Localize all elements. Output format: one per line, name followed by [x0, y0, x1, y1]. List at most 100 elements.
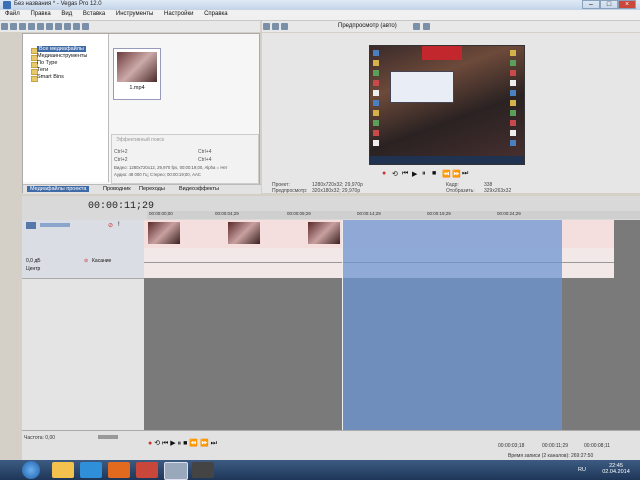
pause-icon[interactable]: ⏸	[178, 440, 182, 447]
minimize-button[interactable]: –	[582, 0, 600, 9]
window-title: Без названия * - Vegas Pro 12.0	[14, 1, 102, 7]
next-frame-icon[interactable]: ⏩	[452, 170, 461, 178]
stop-icon[interactable]: ■	[183, 440, 187, 447]
video-track-header[interactable]: ⊘ !	[22, 220, 144, 249]
chrome-icon[interactable]	[136, 462, 158, 478]
tab-video-fx[interactable]: Видеоэффекты	[179, 186, 219, 192]
mute-icon[interactable]: ⊘	[108, 222, 113, 229]
vegas-icon[interactable]	[164, 462, 188, 480]
rate-slider[interactable]	[98, 435, 118, 439]
desktop-icon	[373, 70, 379, 76]
tree-item-smart-bins[interactable]: Smart Bins	[37, 74, 64, 80]
prev-marker-icon[interactable]: ⏪	[189, 440, 198, 447]
touch-mode-label[interactable]: Касание	[92, 258, 111, 264]
play-start-icon[interactable]: ⏮	[402, 170, 408, 178]
stop-icon[interactable]: ■	[432, 170, 436, 177]
ruler-label: 00:00:09;29	[287, 211, 311, 216]
tab-project-media[interactable]: Медиафайлы проекта	[27, 186, 90, 192]
menu-edit[interactable]: Правка	[30, 11, 50, 17]
record-icon[interactable]: ●	[382, 170, 386, 177]
menu-tools[interactable]: Инструменты	[116, 11, 153, 17]
split-screen-icon[interactable]	[272, 23, 279, 30]
paste-icon[interactable]	[64, 23, 71, 30]
redo-icon[interactable]	[82, 23, 89, 30]
language-indicator[interactable]: RU	[578, 467, 586, 473]
tree-item-all-media[interactable]: Все медиафайлы	[37, 46, 86, 52]
preview-mode-select[interactable]: Предпросмотр (авто)	[338, 23, 397, 29]
render-icon[interactable]	[37, 23, 44, 30]
desktop-icon	[510, 90, 516, 96]
timeline-tracks	[144, 220, 640, 430]
transport-controls: ● ⟲ ⏮ ▶ ⏸ ■ ⏪ ⏩ ⏭	[148, 439, 217, 448]
next-marker-icon[interactable]: ⏩	[200, 440, 209, 447]
record-time: Время записи (2 каналов): 269:27:50	[508, 453, 594, 459]
time-ruler[interactable]: 00:00:00;00 00:00:04;29 00:00:09;29 00:0…	[147, 211, 640, 219]
play-start-icon[interactable]: ⏮	[162, 440, 168, 447]
play-icon[interactable]: ▶	[412, 170, 417, 178]
undo-icon[interactable]	[73, 23, 80, 30]
open-icon[interactable]	[10, 23, 17, 30]
clock-date: 02.04.2014	[602, 469, 630, 475]
desktop-icon	[510, 100, 516, 106]
menu-view[interactable]: Вид	[61, 11, 72, 17]
copy-snapshot-icon[interactable]	[423, 23, 430, 30]
tree-item-by-type[interactable]: По Туре	[37, 60, 57, 66]
loop-icon[interactable]: ⟲	[392, 170, 398, 178]
solo-icon[interactable]: !	[118, 222, 120, 228]
display-label: Отобразить:	[446, 188, 475, 194]
audio-track-header[interactable]: 0,0 дБ Центр ⊘ Касание	[22, 248, 144, 279]
menu-help[interactable]: Справка	[204, 11, 228, 17]
tree-item-tags[interactable]: Теги	[37, 67, 48, 73]
cursor-line	[342, 220, 343, 430]
preview-settings-icon[interactable]	[263, 23, 270, 30]
end-icon[interactable]: ⏭	[211, 440, 217, 447]
touch-mode-icon[interactable]: ⊘	[84, 258, 88, 264]
menu-bar: Файл Правка Вид Вставка Инструменты Наст…	[0, 10, 640, 21]
copy-icon[interactable]	[55, 23, 62, 30]
prev-frame-icon[interactable]: ⏪	[442, 170, 451, 178]
display-value: 329x263x32	[484, 188, 512, 194]
video-info: Видео: 1280x720x12, 29,970 fps, 00:00:19…	[114, 165, 228, 170]
ie-icon[interactable]	[80, 462, 102, 478]
tab-transitions[interactable]: Переходы	[139, 186, 165, 192]
thumbnail-image	[117, 52, 157, 82]
shortcut-label: Ctrl+2	[114, 157, 128, 163]
explorer-icon[interactable]	[52, 462, 74, 478]
preview-toolbar: Предпросмотр (авто)	[262, 21, 640, 32]
maximize-button[interactable]: □	[600, 0, 618, 9]
overlay-icon[interactable]	[281, 23, 288, 30]
search-field[interactable]: Эффективный поиск	[116, 137, 164, 143]
tree-item-media-tools[interactable]: Медиаинструменты	[37, 53, 87, 59]
save-icon[interactable]	[19, 23, 26, 30]
menu-options[interactable]: Настройки	[164, 11, 193, 17]
cut-icon[interactable]	[46, 23, 53, 30]
play-icon[interactable]: ▶	[170, 440, 175, 447]
end-icon[interactable]: ⏭	[462, 170, 468, 178]
loop-icon[interactable]: ⟲	[154, 440, 160, 447]
firefox-icon[interactable]	[108, 462, 130, 478]
menu-insert[interactable]: Вставка	[83, 11, 105, 17]
tab-explorer[interactable]: Проводник	[103, 186, 131, 192]
start-button[interactable]	[22, 461, 40, 479]
menu-file[interactable]: Файл	[5, 11, 20, 17]
obs-icon[interactable]	[192, 462, 214, 478]
desktop-icon	[373, 100, 379, 106]
close-button[interactable]: ×	[618, 0, 636, 9]
selection-region[interactable]	[342, 220, 562, 430]
pause-icon[interactable]: ⏸	[422, 170, 426, 178]
desktop-icon	[510, 140, 516, 146]
desktop-icon	[510, 130, 516, 136]
audio-info: Аудио: 48 000 Гц; Стерео; 00:00:19;00, A…	[114, 172, 201, 177]
media-properties: Эффективный поиск Ctrl+2 Ctrl+4 Ctrl+2 C…	[111, 134, 259, 184]
desktop-icon	[373, 60, 379, 66]
record-icon[interactable]: ●	[148, 440, 152, 447]
media-thumbnail[interactable]: 1.mp4	[113, 48, 161, 100]
desktop-icon	[373, 140, 379, 146]
rate-label: Частота: 0,00	[24, 435, 56, 441]
level-slider[interactable]	[40, 223, 70, 227]
snapshot-icon[interactable]	[413, 23, 420, 30]
new-icon[interactable]	[1, 23, 8, 30]
clock[interactable]: 22:45 02.04.2014	[596, 463, 636, 475]
preview-transport: ● ⟲ ⏮ ▶ ⏸ ■ ⏪ ⏩ ⏭	[382, 170, 492, 178]
properties-icon[interactable]	[28, 23, 35, 30]
